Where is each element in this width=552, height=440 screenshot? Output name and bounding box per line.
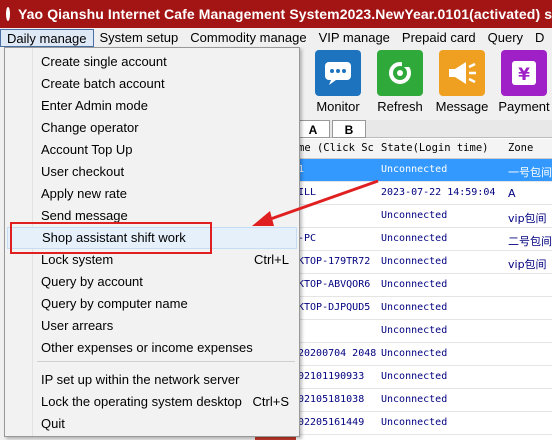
annotation-arrow xyxy=(252,179,379,226)
